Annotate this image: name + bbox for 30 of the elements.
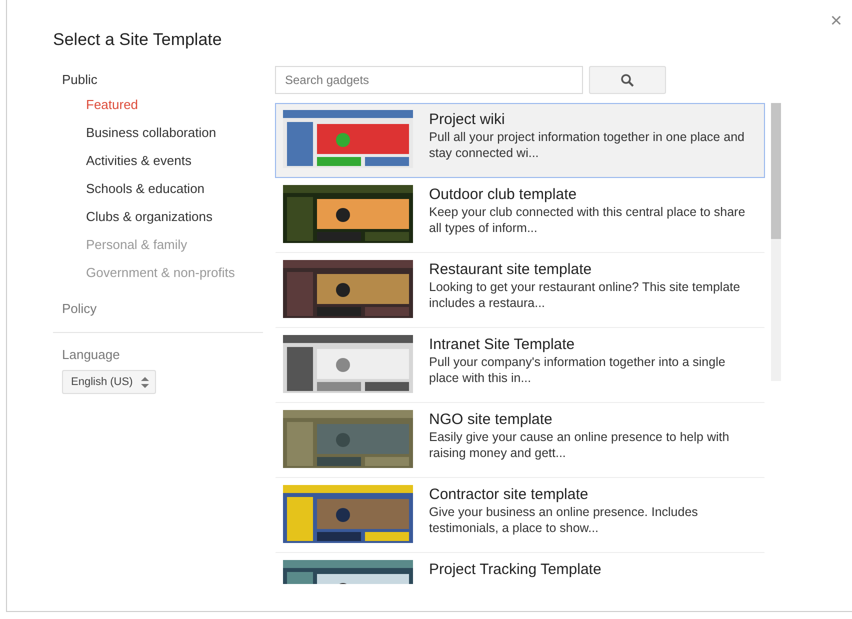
sidebar-item[interactable]: Business collaboration	[53, 119, 263, 147]
template-description: Looking to get your restaurant online? This site template includes a restaura...	[429, 279, 742, 311]
dialog-title: Select a Site Template	[53, 30, 223, 50]
sidebar-item[interactable]: Activities & events	[53, 147, 263, 175]
sidebar-item[interactable]: Clubs & organizations	[53, 203, 263, 231]
template-description: Give your business an online presence. Includes testimonials, a place to show...	[429, 504, 699, 536]
close-button[interactable]: ×	[826, 10, 846, 33]
template-description: Keep your club connected with this central place to share all types of inform...	[429, 204, 746, 236]
template-title: Contractor site template	[429, 486, 590, 503]
search-icon	[621, 74, 634, 86]
template-description: Pull all your project information together in one place and stay connected wi...	[429, 129, 746, 161]
template-title: Project Tracking Template	[429, 561, 602, 578]
sidebar-section[interactable]: Public	[53, 68, 263, 91]
language-select[interactable]: English (US)	[62, 370, 156, 394]
template-item[interactable]: Project wiki Pull all your project information together in one place and stay connected wi...	[275, 103, 765, 178]
search-button[interactable]	[589, 66, 666, 94]
language-label: Language	[61, 346, 121, 364]
search-field[interactable]: Search gadgets	[275, 66, 583, 94]
sidebar-item[interactable]: Featured	[53, 91, 263, 119]
template-description: Easily give your cause an online presence to help with raising money and gett...	[429, 429, 730, 461]
template-title: Project wiki	[429, 111, 506, 128]
template-title: Outdoor club template	[429, 186, 578, 203]
sidebar-section[interactable]: Policy	[53, 297, 263, 320]
updown-icon	[140, 376, 149, 388]
template-title: Restaurant site template	[429, 261, 593, 278]
template-description: Pull your company's information together into a single place with this in...	[429, 354, 726, 386]
template-title: Intranet Site Template	[429, 336, 576, 353]
scrollbar[interactable]	[771, 103, 781, 381]
template-title: NGO site template	[429, 411, 554, 428]
sidebar-item[interactable]: Schools & education	[53, 175, 263, 203]
